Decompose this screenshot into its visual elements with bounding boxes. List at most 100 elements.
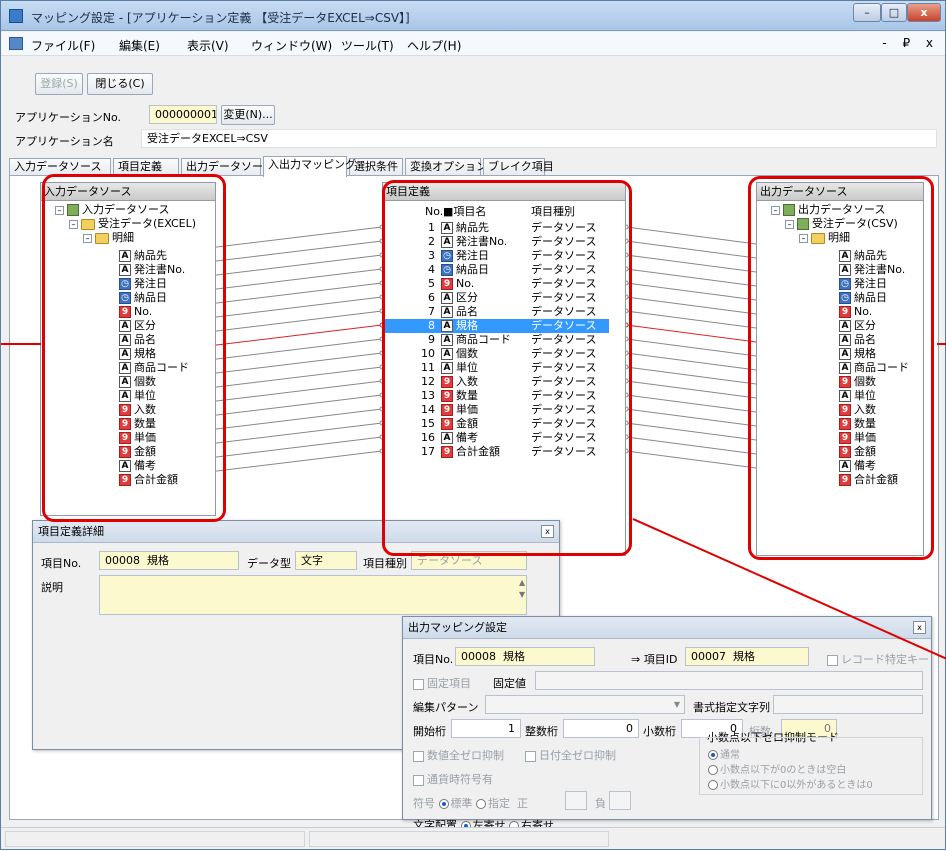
minimize-button[interactable]: – (853, 3, 881, 22)
decimal-mode-blank[interactable]: 小数点以下が0のときは空白 (708, 761, 846, 776)
input-tree-field[interactable]: A 発注書No. (119, 263, 185, 277)
item-grid-row[interactable]: 1 A 納品先 データソース (385, 221, 609, 235)
change-button[interactable]: 変更(N)... (221, 105, 275, 125)
item-grid-row[interactable]: 8 A 規格 データソース (385, 319, 609, 333)
maximize-button[interactable]: □ (881, 3, 907, 22)
input-tree-field[interactable]: 9 No. (119, 305, 152, 319)
output-tree-field[interactable]: A 商品コード (839, 361, 909, 375)
register-button[interactable]: 登録(S) (35, 73, 83, 95)
input-tree-root[interactable]: – 入力データソース (55, 203, 169, 217)
input-tree-field[interactable]: ◷ 納品日 (119, 291, 167, 305)
input-tree-field[interactable]: 9 入数 (119, 403, 156, 417)
output-tree-field[interactable]: ◷ 納品日 (839, 291, 887, 305)
negative-field[interactable] (609, 791, 631, 810)
collapse-icon[interactable]: – (69, 219, 78, 229)
item-grid-row[interactable]: 12 9 入数 データソース (385, 375, 609, 389)
input-tree-field[interactable]: 9 数量 (119, 417, 156, 431)
close-form-button[interactable]: 閉じる(C) (87, 73, 153, 95)
detail-item-no-field[interactable]: 00008 規格 (99, 551, 239, 570)
app-name-field[interactable]: 受注データEXCEL⇒CSV (141, 129, 937, 148)
int-field[interactable]: 0 (563, 719, 639, 738)
menu-window[interactable]: ウィンドウ(W) (251, 37, 332, 54)
item-grid-row[interactable]: 17 9 合計金額 データソース (385, 445, 609, 459)
tab-selection[interactable]: 選択条件 (349, 158, 403, 176)
column-type[interactable]: 項目種別 (531, 205, 575, 219)
output-tree-field[interactable]: A 品名 (839, 333, 876, 347)
item-grid-row[interactable]: 15 9 金額 データソース (385, 417, 609, 431)
output-tree-field[interactable]: 9 単価 (839, 431, 876, 445)
input-tree-field[interactable]: A 個数 (119, 375, 156, 389)
date-zero-checkbox[interactable]: 日付全ゼロ抑制 (525, 747, 616, 763)
sign-standard-radio[interactable] (438, 799, 449, 809)
item-grid-row[interactable]: 14 9 単価 データソース (385, 403, 609, 417)
input-tree-field[interactable]: 9 合計金額 (119, 473, 178, 487)
menu-file[interactable]: ファイル(F) (31, 37, 95, 54)
input-tree-field[interactable]: A 商品コード (119, 361, 189, 375)
collapse-icon[interactable]: – (771, 205, 780, 215)
item-grid-row[interactable]: 4 ◷ 納品日 データソース (385, 263, 609, 277)
detail-desc-field[interactable] (99, 575, 527, 615)
item-grid-row[interactable]: 7 A 品名 データソース (385, 305, 609, 319)
map-item-no-field[interactable]: 00008 規格 (455, 647, 595, 666)
collapse-icon[interactable]: – (799, 233, 808, 243)
tab-item-definition[interactable]: 項目定義 (113, 158, 179, 176)
input-tree-field[interactable]: A 規格 (119, 347, 156, 361)
detail-close-icon[interactable]: x (541, 525, 554, 538)
output-tree-root[interactable]: – 出力データソース (771, 203, 885, 217)
input-tree-source[interactable]: – 受注データ(EXCEL) (69, 217, 196, 231)
output-tree-field[interactable]: A 納品先 (839, 249, 887, 263)
input-tree-field[interactable]: A 品名 (119, 333, 156, 347)
collapse-icon[interactable]: – (83, 233, 92, 243)
mdi-controls[interactable]: - ₽ x (882, 36, 939, 50)
item-grid-row[interactable]: 9 A 商品コード データソース (385, 333, 609, 347)
item-grid-row[interactable]: 5 9 No. データソース (385, 277, 609, 291)
column-no[interactable]: No. (425, 205, 443, 219)
output-tree-field[interactable]: A 区分 (839, 319, 876, 333)
fixed-value-field[interactable] (535, 671, 923, 690)
input-tree-field[interactable]: A 区分 (119, 319, 156, 333)
output-tree-field[interactable]: A 備考 (839, 459, 876, 473)
output-tree-field[interactable]: 9 個数 (839, 375, 876, 389)
input-tree-field[interactable]: 9 金額 (119, 445, 156, 459)
item-grid-row[interactable]: 11 A 単位 データソース (385, 361, 609, 375)
edit-pattern-select[interactable]: ▼ (485, 695, 685, 714)
item-grid-row[interactable]: 3 ◷ 発注日 データソース (385, 249, 609, 263)
input-tree-field[interactable]: A 単位 (119, 389, 156, 403)
output-tree-field[interactable]: 9 合計金額 (839, 473, 898, 487)
map-item-id-field[interactable]: 00007 規格 (685, 647, 809, 666)
tab-input-datasource[interactable]: 入力データソース (9, 158, 111, 176)
output-tree-field[interactable]: 9 金額 (839, 445, 876, 459)
menu-view[interactable]: 表示(V) (187, 37, 229, 54)
tab-convert-options[interactable]: 変換オプション (405, 158, 487, 176)
fixed-item-checkbox[interactable]: 固定項目 (413, 675, 471, 691)
tab-break-items[interactable]: ブレイク項目 (483, 158, 554, 176)
item-grid-row[interactable]: 6 A 区分 データソース (385, 291, 609, 305)
start-field[interactable]: 1 (451, 719, 521, 738)
menu-tools[interactable]: ツール(T) (341, 37, 394, 54)
input-tree-field[interactable]: A 納品先 (119, 249, 167, 263)
output-tree-field[interactable]: A 単位 (839, 389, 876, 403)
output-tree-field[interactable]: 9 No. (839, 305, 872, 319)
decimal-mode-zero[interactable]: 小数点以下に0以外があるときは0 (708, 776, 873, 791)
close-button[interactable]: x (907, 3, 941, 22)
scroll-arrows-icon[interactable]: ▲ ▼ (519, 577, 525, 601)
detail-datatype-field[interactable]: 文字 (295, 551, 357, 570)
item-grid-row[interactable]: 10 A 個数 データソース (385, 347, 609, 361)
item-grid-row[interactable]: 2 A 発注書No. データソース (385, 235, 609, 249)
menu-help[interactable]: ヘルプ(H) (407, 37, 461, 54)
item-grid-row[interactable]: 13 9 数量 データソース (385, 389, 609, 403)
app-no-field[interactable]: 000000001 (149, 105, 217, 124)
tab-io-mapping[interactable]: 入出力マッピング (263, 156, 356, 177)
input-tree-field[interactable]: A 備考 (119, 459, 156, 473)
column-name[interactable]: ■項目名 (443, 205, 486, 219)
menu-edit[interactable]: 編集(E) (119, 37, 160, 54)
output-tree-field[interactable]: 9 数量 (839, 417, 876, 431)
positive-field[interactable] (565, 791, 587, 810)
currency-sign-checkbox[interactable]: 通貨時符号有 (413, 771, 493, 787)
record-key-checkbox[interactable]: レコード特定キー (827, 651, 929, 667)
input-tree-field[interactable]: ◷ 発注日 (119, 277, 167, 291)
detail-itemtype-field[interactable]: データソース (411, 551, 527, 570)
zero-suppress-checkbox[interactable]: 数値全ゼロ抑制 (413, 747, 504, 763)
sign-custom-radio[interactable] (476, 799, 486, 809)
output-tree-field[interactable]: ◷ 発注日 (839, 277, 887, 291)
